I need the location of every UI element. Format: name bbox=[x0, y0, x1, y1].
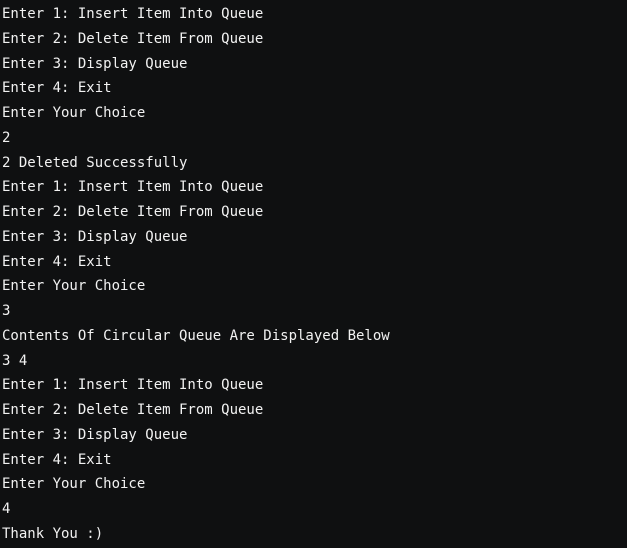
menu-insert-line: Enter 1: Insert Item Into Queue bbox=[2, 179, 264, 196]
menu-delete-line: Enter 2: Delete Item From Queue bbox=[2, 30, 264, 47]
menu-delete-line: Enter 2: Delete Item From Queue bbox=[2, 402, 264, 418]
menu-display-line: Enter 3: Display Queue bbox=[2, 426, 188, 443]
choice-prompt-line: Enter Your Choice bbox=[2, 105, 146, 121]
menu-exit-line: Enter 4: Exit bbox=[2, 253, 112, 270]
choice-prompt-line: Enter Your Choice bbox=[2, 476, 146, 493]
queue-contents-line: 3 4 bbox=[2, 352, 28, 369]
user-input-line: 4 bbox=[2, 501, 11, 517]
terminal-output[interactable]: Enter 1: Insert Item Into Queue Enter 2:… bbox=[0, 0, 627, 548]
menu-insert-line: Enter 1: Insert Item Into Queue bbox=[2, 377, 264, 394]
choice-prompt-line: Enter Your Choice bbox=[2, 278, 146, 295]
menu-exit-line: Enter 4: Exit bbox=[2, 451, 112, 468]
exit-message-line: Thank You :) bbox=[2, 525, 104, 542]
menu-display-line: Enter 3: Display Queue bbox=[2, 55, 188, 72]
menu-display-line: Enter 3: Display Queue bbox=[2, 228, 188, 245]
menu-insert-line: Enter 1: Insert Item Into Queue bbox=[2, 6, 264, 22]
user-input-line: 3 bbox=[2, 303, 11, 319]
menu-exit-line: Enter 4: Exit bbox=[2, 80, 112, 97]
menu-delete-line: Enter 2: Delete Item From Queue bbox=[2, 204, 264, 220]
display-header-line: Contents Of Circular Queue Are Displayed… bbox=[2, 327, 390, 344]
user-input-line: 2 bbox=[2, 129, 11, 146]
delete-result-line: 2 Deleted Successfully bbox=[2, 154, 188, 171]
